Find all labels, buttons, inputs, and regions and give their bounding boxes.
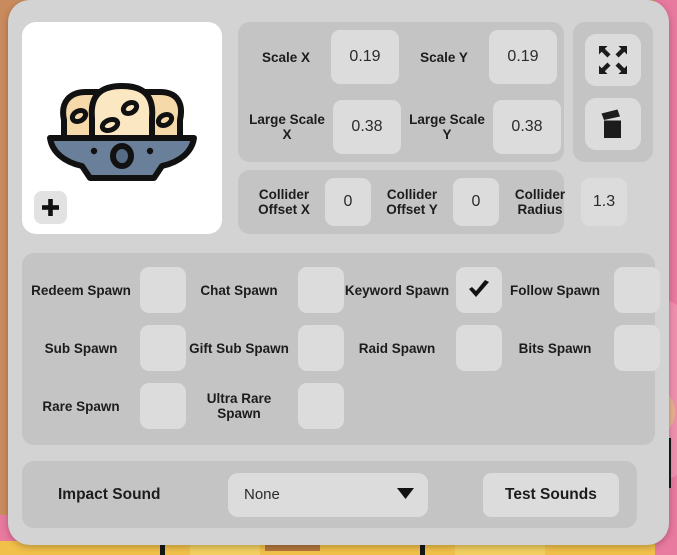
raid-spawn-checkbox[interactable]	[456, 325, 502, 371]
collider-fields-panel: Collider Offset X 0 Collider Offset Y 0 …	[238, 170, 627, 234]
large-scale-x-label: Large Scale X	[249, 112, 325, 142]
collider-offset-y-input[interactable]: 0	[453, 178, 499, 226]
spawn-cell-raid: Raid Spawn	[344, 325, 502, 371]
raid-spawn-label: Raid Spawn	[358, 340, 436, 356]
collapse-button[interactable]	[585, 34, 641, 86]
scale-y-input[interactable]: 0.19	[489, 30, 557, 84]
sub-spawn-label: Sub Spawn	[44, 340, 118, 356]
chat-spawn-label: Chat Spawn	[200, 282, 278, 298]
rare-spawn-label: Rare Spawn	[42, 398, 120, 414]
spawn-cell-redeem: Redeem Spawn	[28, 267, 186, 313]
spawn-cell-keyword: Keyword Spawn	[344, 267, 502, 313]
keyword-spawn-checkbox[interactable]	[456, 267, 502, 313]
scale-row-2: Large Scale X 0.38 Large Scale Y 0.38	[238, 92, 564, 162]
collapse-arrows-icon	[599, 46, 627, 74]
sprite-settings-window: Scale X 0.19 Scale Y 0.19 Large Scale X …	[8, 0, 669, 545]
bits-spawn-checkbox[interactable]	[614, 325, 660, 371]
ultra-rare-spawn-label: Ultra Rare Spawn	[206, 391, 272, 421]
scale-y-label: Scale Y	[420, 49, 468, 65]
plus-icon	[42, 199, 59, 216]
scale-x-label: Scale X	[261, 49, 311, 65]
impact-sound-dropdown[interactable]: None	[228, 472, 428, 517]
collider-row: Collider Offset X 0 Collider Offset Y 0 …	[238, 170, 627, 234]
spawn-cell-gift-sub: Gift Sub Spawn	[186, 325, 344, 371]
spawn-row-1: Redeem Spawn Chat Spawn Keyword Spawn Fo…	[28, 261, 660, 319]
bits-spawn-label: Bits Spawn	[518, 340, 592, 356]
trash-icon	[601, 109, 621, 138]
follow-spawn-checkbox[interactable]	[614, 267, 660, 313]
collider-offset-y-label: Collider Offset Y	[386, 187, 438, 217]
follow-spawn-label: Follow Spawn	[510, 282, 600, 298]
chevron-down-icon	[397, 486, 414, 504]
check-icon	[469, 280, 489, 297]
delete-button[interactable]	[585, 98, 641, 150]
tool-button-column	[573, 22, 653, 162]
scale-row-1: Scale X 0.19 Scale Y 0.19	[238, 22, 564, 92]
collider-radius-input[interactable]: 1.3	[581, 178, 627, 226]
spawn-cell-bits: Bits Spawn	[502, 325, 660, 371]
spawn-row-3: Rare Spawn Ultra Rare Spawn	[28, 377, 649, 435]
redeem-spawn-label: Redeem Spawn	[31, 282, 131, 298]
impact-sound-label: Impact Sound	[58, 485, 161, 503]
top-section: Scale X 0.19 Scale Y 0.19 Large Scale X …	[22, 22, 655, 242]
gift-sub-spawn-checkbox[interactable]	[298, 325, 344, 371]
scale-x-input[interactable]: 0.19	[331, 30, 399, 84]
spawn-cell-rare: Rare Spawn	[28, 383, 186, 429]
spawn-cell-chat: Chat Spawn	[186, 267, 344, 313]
spawn-cell-ultra-rare: Ultra Rare Spawn	[186, 383, 344, 429]
large-scale-y-label: Large Scale Y	[409, 112, 485, 142]
large-scale-x-input[interactable]: 0.38	[333, 100, 401, 154]
gift-sub-spawn-label: Gift Sub Spawn	[189, 340, 289, 356]
spawn-cell-follow: Follow Spawn	[502, 267, 660, 313]
large-scale-y-input[interactable]: 0.38	[493, 100, 561, 154]
image-preview-card[interactable]	[22, 22, 222, 234]
collider-offset-x-label: Collider Offset X	[258, 187, 310, 217]
keyword-spawn-label: Keyword Spawn	[344, 282, 450, 298]
spawn-toggles-panel: Redeem Spawn Chat Spawn Keyword Spawn Fo…	[22, 253, 660, 445]
scale-fields-panel: Scale X 0.19 Scale Y 0.19 Large Scale X …	[238, 22, 564, 162]
test-sounds-button[interactable]: Test Sounds	[483, 472, 619, 517]
rare-spawn-checkbox[interactable]	[140, 383, 186, 429]
add-image-button[interactable]	[34, 191, 67, 224]
impact-sound-panel: Impact Sound None Test Sounds	[22, 461, 637, 528]
spawn-cell-sub: Sub Spawn	[28, 325, 186, 371]
collider-radius-label: Collider Radius	[514, 187, 566, 217]
impact-sound-selected-value: None	[244, 486, 280, 503]
spawn-row-2: Sub Spawn Gift Sub Spawn Raid Spawn Bits…	[28, 319, 660, 377]
collider-offset-x-input[interactable]: 0	[325, 178, 371, 226]
chat-spawn-checkbox[interactable]	[298, 267, 344, 313]
bread-rolls-on-plate-icon	[47, 83, 197, 181]
ultra-rare-spawn-checkbox[interactable]	[298, 383, 344, 429]
redeem-spawn-checkbox[interactable]	[140, 267, 186, 313]
sub-spawn-checkbox[interactable]	[140, 325, 186, 371]
